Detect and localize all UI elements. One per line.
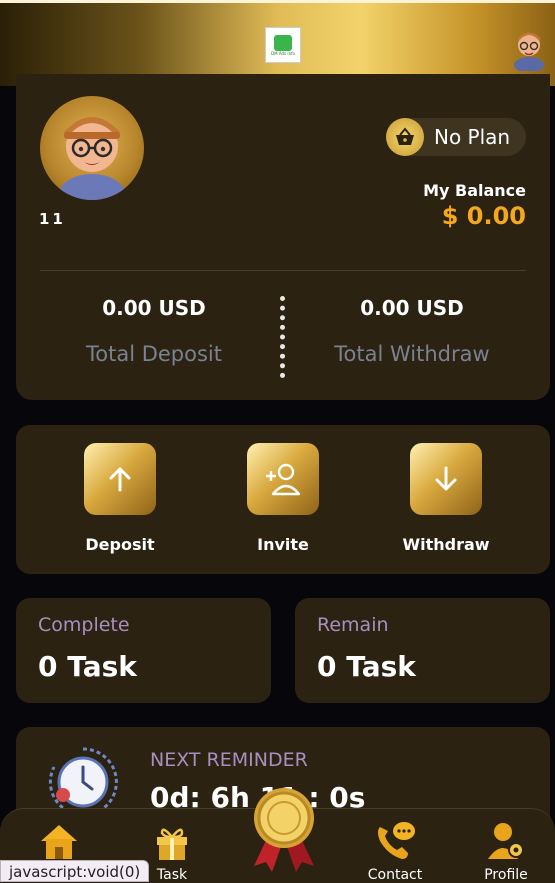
nav-contact[interactable]: Contact	[350, 819, 440, 883]
total-deposit-value: 0.00 USD	[102, 296, 206, 320]
withdraw-button[interactable]: Withdraw	[376, 443, 516, 554]
profile-card: 11 No Plan My Balance $ 0.00 0.00 USD To…	[16, 74, 550, 400]
building-logo-icon	[274, 34, 292, 51]
remain-value: 0 Task	[317, 650, 416, 683]
divider	[40, 270, 526, 271]
home-icon	[14, 819, 104, 861]
logo-text: DM Ads Info	[271, 50, 295, 56]
invite-button[interactable]: Invite	[213, 443, 353, 554]
plan-label: No Plan	[434, 125, 511, 149]
stats-separator	[280, 296, 285, 378]
user-avatar-icon[interactable]	[510, 25, 548, 71]
remain-label: Remain	[317, 614, 389, 636]
arrow-up-icon	[84, 443, 156, 515]
arrow-down-icon	[410, 443, 482, 515]
gift-icon	[127, 819, 217, 861]
shopping-basket-icon	[386, 118, 424, 156]
profile-settings-icon	[461, 819, 551, 861]
plan-badge[interactable]: No Plan	[386, 118, 526, 156]
nav-profile-label: Profile	[484, 867, 528, 883]
remain-task-card: Remain 0 Task	[295, 598, 550, 703]
balance-value: $ 0.00	[441, 202, 526, 230]
complete-label: Complete	[38, 614, 130, 636]
user-avatar-icon	[58, 117, 126, 200]
reminder-title: NEXT REMINDER	[150, 749, 308, 771]
total-deposit-label: Total Deposit	[86, 342, 222, 366]
deposit-label: Deposit	[85, 535, 155, 554]
total-withdraw-value: 0.00 USD	[360, 296, 464, 320]
withdraw-label: Withdraw	[402, 535, 490, 554]
deposit-button[interactable]: Deposit	[50, 443, 190, 554]
complete-value: 0 Task	[38, 650, 137, 683]
add-user-icon	[247, 443, 319, 515]
user-avatar[interactable]	[40, 96, 144, 200]
browser-status-bar: javascript:void(0)	[0, 860, 150, 882]
nav-contact-label: Contact	[367, 867, 423, 883]
complete-task-card: Complete 0 Task	[16, 598, 271, 703]
username: 11	[39, 210, 66, 228]
actions-card: Deposit Invite Withdraw	[16, 425, 550, 574]
medal-icon[interactable]	[248, 786, 320, 872]
invite-label: Invite	[257, 535, 309, 554]
nav-profile[interactable]: Profile	[461, 819, 551, 883]
app-logo[interactable]: DM Ads Info	[265, 27, 301, 63]
phone-chat-icon	[350, 819, 440, 861]
balance-label: My Balance	[423, 181, 526, 200]
total-withdraw-label: Total Withdraw	[334, 342, 490, 366]
